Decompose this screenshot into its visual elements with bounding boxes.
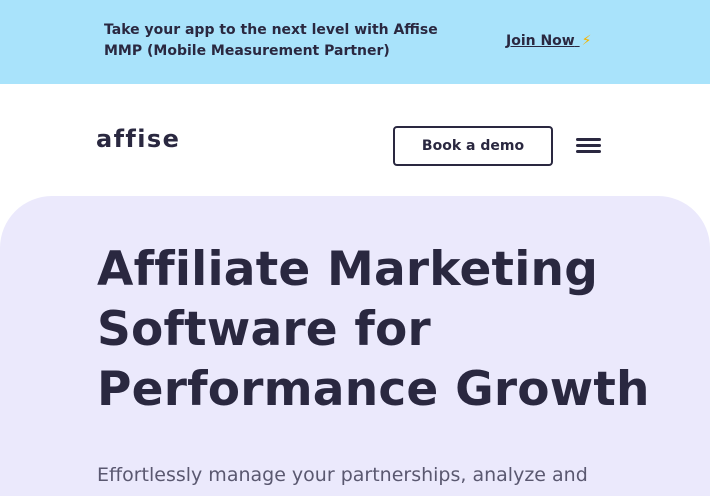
join-now-label[interactable]: Join Now [506, 33, 575, 49]
affise-logo[interactable]: affise [96, 125, 208, 153]
hero-subtitle: Effortlessly manage your partnerships, a… [97, 464, 588, 486]
site-header: affise Book a demo [0, 84, 710, 196]
promo-banner-text: Take your app to the next level with Aff… [104, 22, 438, 59]
hamburger-line [576, 144, 601, 147]
hero-section: Affiliate Marketing Software for Perform… [0, 196, 710, 496]
affise-logo-mark: affise [96, 125, 180, 153]
hamburger-line [576, 150, 601, 153]
hero-title: Affiliate Marketing Software for Perform… [97, 242, 650, 417]
hamburger-icon[interactable] [576, 138, 602, 154]
lightning-icon: ⚡ [581, 33, 592, 49]
join-now-link[interactable]: Join Now ⚡ [506, 31, 591, 52]
book-demo-button[interactable]: Book a demo [393, 126, 553, 166]
hamburger-line [576, 138, 601, 141]
logo-wordmark: affise [96, 128, 180, 150]
promo-banner: Take your app to the next level with Aff… [0, 0, 710, 84]
